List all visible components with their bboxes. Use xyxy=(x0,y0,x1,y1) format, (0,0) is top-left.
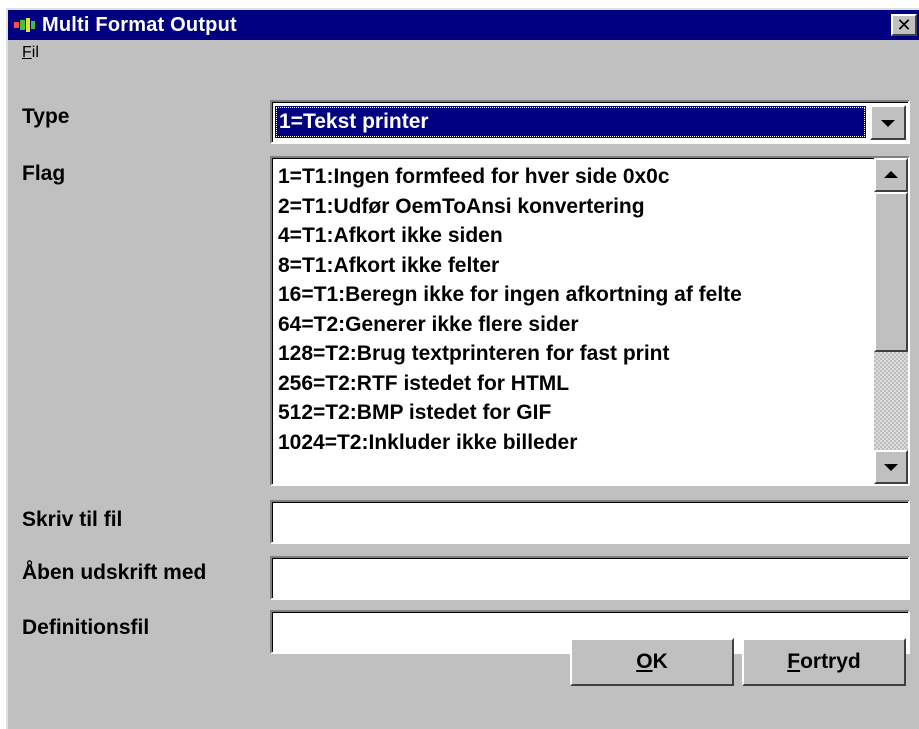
title-bar[interactable]: Multi Format Output ✕ xyxy=(8,10,919,40)
ok-button[interactable]: OK xyxy=(570,638,734,686)
flag-item[interactable]: 1024=T2:Inkluder ikke billeder xyxy=(278,428,872,458)
menu-fil[interactable]: Fil xyxy=(22,44,39,62)
cancel-label: ortryd xyxy=(800,650,861,673)
menu-fil-mnemonic: F xyxy=(22,44,32,61)
aaben-udskrift-label: Åben udskrift med xyxy=(22,561,207,584)
dialog-window: Multi Format Output ✕ Fil Type 1=Tekst p… xyxy=(6,8,919,729)
flag-item[interactable]: 16=T1:Beregn ikke for ingen afkortning a… xyxy=(278,280,872,310)
flag-item[interactable]: 4=T1:Afkort ikke siden xyxy=(278,221,872,251)
scroll-up-button[interactable] xyxy=(874,158,908,192)
flag-item[interactable]: 1=T1:Ingen formfeed for hver side 0x0c xyxy=(278,162,872,192)
flag-listbox[interactable]: 1=T1:Ingen formfeed for hver side 0x0c 2… xyxy=(270,156,910,486)
skriv-til-fil-input[interactable] xyxy=(274,504,906,540)
chevron-down-icon xyxy=(881,119,895,127)
flag-scrollbar[interactable] xyxy=(874,158,908,484)
ok-label: K xyxy=(652,650,668,673)
type-dropdown-button[interactable] xyxy=(870,105,906,140)
flag-label: Flag xyxy=(22,162,66,185)
scroll-down-button[interactable] xyxy=(874,450,908,484)
type-combobox[interactable]: 1=Tekst printer xyxy=(270,100,910,144)
flag-items: 1=T1:Ingen formfeed for hver side 0x0c 2… xyxy=(278,162,872,484)
flag-item[interactable]: 2=T1:Udfør OemToAnsi konvertering xyxy=(278,192,872,222)
cancel-button[interactable]: Fortryd xyxy=(742,638,906,686)
menu-bar: Fil xyxy=(8,40,919,66)
skriv-til-fil-field[interactable] xyxy=(270,500,910,544)
skriv-til-fil-label: Skriv til fil xyxy=(22,508,123,531)
aaben-udskrift-field[interactable] xyxy=(270,556,910,600)
window-title: Multi Format Output xyxy=(42,14,237,36)
arrow-up-icon xyxy=(884,171,898,178)
flag-item[interactable]: 256=T2:RTF istedet for HTML xyxy=(278,369,872,399)
definitionsfil-label: Definitionsfil xyxy=(22,616,150,639)
close-button[interactable]: ✕ xyxy=(891,14,917,36)
aaben-udskrift-input[interactable] xyxy=(274,560,906,596)
flag-item[interactable]: 8=T1:Afkort ikke felter xyxy=(278,251,872,281)
menu-fil-label: il xyxy=(31,44,39,61)
close-icon: ✕ xyxy=(896,15,912,35)
cancel-mnemonic: F xyxy=(787,650,801,673)
type-label: Type xyxy=(22,105,70,128)
app-icon xyxy=(14,18,35,32)
flag-item[interactable]: 64=T2:Generer ikke flere sider xyxy=(278,310,872,340)
arrow-down-icon xyxy=(884,464,898,471)
ok-mnemonic: O xyxy=(636,650,653,673)
scroll-thumb[interactable] xyxy=(874,192,908,352)
flag-item[interactable]: 128=T2:Brug textprinteren for fast print xyxy=(278,339,872,369)
flag-item[interactable]: 512=T2:BMP istedet for GIF xyxy=(278,398,872,428)
type-selected-value[interactable]: 1=Tekst printer xyxy=(275,106,866,138)
